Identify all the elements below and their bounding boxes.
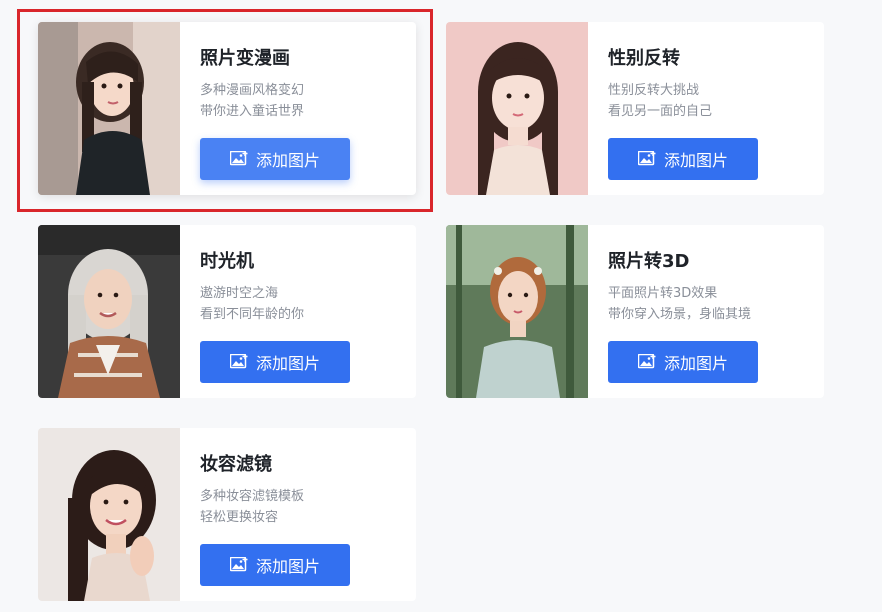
card-description-line: 带你穿入场景，身临其境 <box>608 307 752 322</box>
add-image-button[interactable]: 添加图片 <box>200 544 350 586</box>
card-description: 多种妆容滤镜模板 轻松更换妆容 <box>200 486 304 528</box>
card-description-line: 多种漫画风格变幻 <box>200 83 305 98</box>
card-description: 性别反转大挑战 看见另一面的自己 <box>608 80 712 122</box>
makeup-filter-sample-image <box>38 428 180 601</box>
card-description: 平面照片转3D效果 带你穿入场景，身临其境 <box>608 283 751 325</box>
card-title: 时光机 <box>200 251 254 272</box>
image-add-icon <box>637 354 656 370</box>
add-image-button-label: 添加图片 <box>255 354 320 373</box>
card-description-line: 带你进入童话世界 <box>200 104 305 119</box>
feature-card-photo-to-3d[interactable]: 照片转3D 平面照片转3D效果 带你穿入场景，身临其境 添加图片 <box>446 225 824 398</box>
add-image-button-label: 添加图片 <box>255 557 320 576</box>
card-description: 多种漫画风格变幻 带你进入童话世界 <box>200 80 304 122</box>
add-image-button-label: 添加图片 <box>663 151 728 170</box>
image-add-icon <box>229 151 248 167</box>
card-description-line: 性别反转大挑战 <box>608 83 700 98</box>
add-image-button-label: 添加图片 <box>663 354 728 373</box>
card-title: 照片变漫画 <box>200 48 290 69</box>
image-add-icon <box>229 557 248 573</box>
card-description-line: 遨游时空之海 <box>200 286 279 301</box>
time-machine-sample-image <box>38 225 180 398</box>
cartoon-sample-image <box>38 22 180 195</box>
card-title: 照片转3D <box>608 251 690 272</box>
feature-card-gender-swap[interactable]: 性别反转 性别反转大挑战 看见另一面的自己 添加图片 <box>446 22 824 195</box>
add-image-button[interactable]: 添加图片 <box>608 341 758 383</box>
add-image-button[interactable]: 添加图片 <box>608 138 758 180</box>
photo-to-3d-sample-image <box>446 225 588 398</box>
card-description-line: 平面照片转3D效果 <box>608 286 718 301</box>
gender-swap-sample-image <box>446 22 588 195</box>
card-description: 遨游时空之海 看到不同年龄的你 <box>200 283 304 325</box>
feature-card-cartoon[interactable]: 照片变漫画 多种漫画风格变幻 带你进入童话世界 添加图片 <box>38 22 416 195</box>
feature-card-time-machine[interactable]: 时光机 遨游时空之海 看到不同年龄的你 添加图片 <box>38 225 416 398</box>
add-image-button[interactable]: 添加图片 <box>200 138 350 180</box>
add-image-button-label: 添加图片 <box>255 151 320 170</box>
card-description-line: 多种妆容滤镜模板 <box>200 489 305 504</box>
image-add-icon <box>637 151 656 167</box>
add-image-button[interactable]: 添加图片 <box>200 341 350 383</box>
card-description-line: 看到不同年龄的你 <box>200 307 305 322</box>
image-add-icon <box>229 354 248 370</box>
feature-card-makeup-filter[interactable]: 妆容滤镜 多种妆容滤镜模板 轻松更换妆容 添加图片 <box>38 428 416 601</box>
card-description-line: 看见另一面的自己 <box>608 104 713 119</box>
card-title: 妆容滤镜 <box>200 454 272 475</box>
card-title: 性别反转 <box>608 48 680 69</box>
card-description-line: 轻松更换妆容 <box>200 510 279 525</box>
